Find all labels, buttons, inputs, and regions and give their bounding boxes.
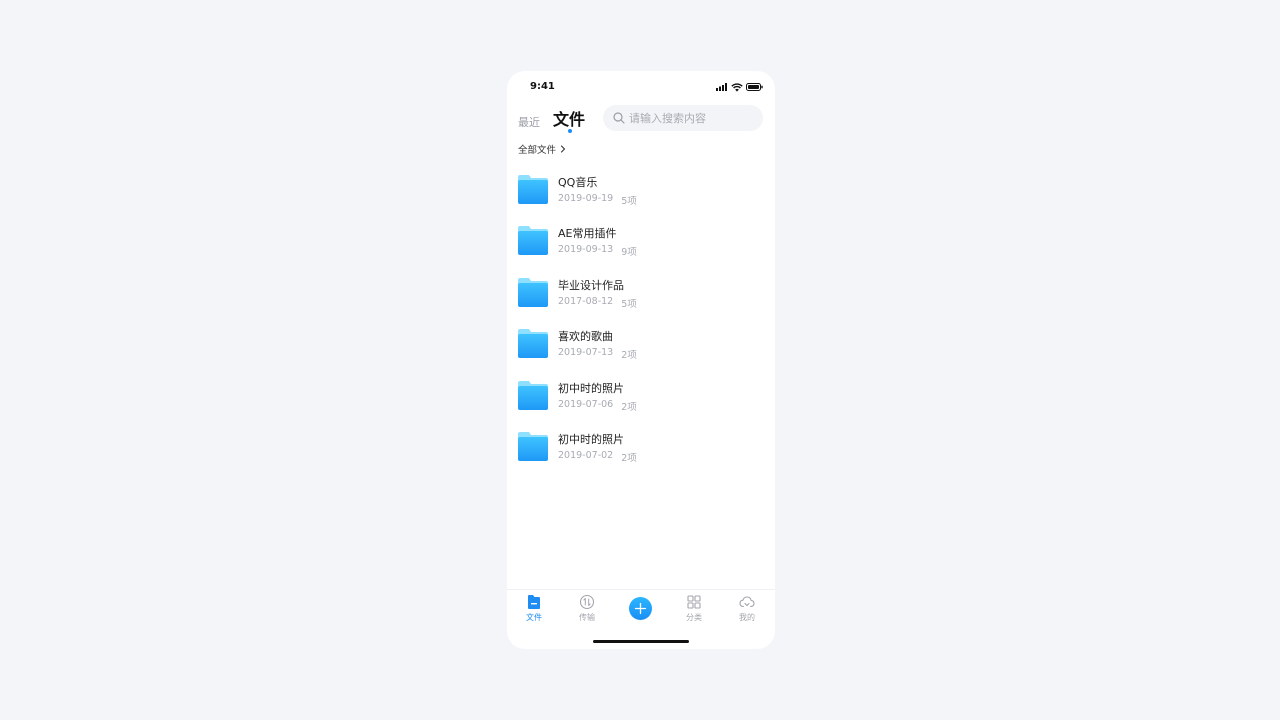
file-date: 2019-07-13 — [558, 347, 614, 359]
plus-icon — [634, 602, 647, 615]
status-icons — [716, 82, 763, 92]
file-row[interactable]: 初中时的照片 2019-07-06 2项 — [507, 371, 775, 422]
status-bar: 9:41 — [507, 71, 775, 103]
signal-icon — [716, 83, 727, 91]
tab-bar-item-mine[interactable]: 我的 — [727, 594, 767, 628]
file-count: 2项 — [621, 452, 637, 464]
file-name: 初中时的照片 — [558, 432, 624, 446]
file-row[interactable]: 毕业设计作品 2017-08-12 5项 — [507, 268, 775, 319]
file-name: 毕业设计作品 — [558, 278, 624, 292]
file-row[interactable]: 喜欢的歌曲 2019-07-13 2项 — [507, 319, 775, 370]
file-meta: 2019-09-13 9项 — [558, 244, 637, 258]
file-name: 喜欢的歌曲 — [558, 330, 613, 344]
file-count: 2项 — [621, 401, 637, 413]
file-name: 初中时的照片 — [558, 381, 624, 395]
tab-bar-item-transfer[interactable]: 传输 — [567, 594, 607, 628]
file-list: QQ音乐 2019-09-19 5项 AE常用插件 2019-09-13 9项 … — [507, 165, 775, 473]
file-date: 2019-09-13 — [558, 244, 614, 256]
file-count: 2项 — [621, 350, 637, 362]
folder-icon — [518, 175, 548, 204]
file-date: 2019-07-02 — [558, 449, 614, 461]
file-meta: 2019-07-13 2项 — [558, 347, 637, 361]
active-tab-indicator — [568, 129, 572, 133]
folder-icon — [518, 226, 548, 256]
file-date: 2017-08-12 — [558, 295, 614, 307]
transfer-icon — [579, 594, 595, 610]
chevron-right-icon — [560, 145, 566, 153]
file-meta: 2017-08-12 5项 — [558, 296, 637, 310]
file-count: 5项 — [621, 196, 637, 207]
search-icon — [613, 112, 625, 124]
home-indicator — [593, 640, 689, 643]
folder-icon — [518, 380, 548, 410]
file-row[interactable]: AE常用插件 2019-09-13 9项 — [507, 216, 775, 267]
folder-icon — [518, 431, 548, 461]
wifi-icon — [731, 82, 743, 92]
tab-bar-label: 我的 — [739, 613, 755, 622]
status-time: 9:41 — [530, 81, 555, 92]
file-meta: 2019-07-06 2项 — [558, 399, 637, 413]
add-button[interactable] — [629, 597, 652, 620]
breadcrumb-label: 全部文件 — [518, 145, 557, 156]
tab-recent[interactable]: 最近 — [518, 114, 540, 130]
folder-icon — [518, 277, 548, 307]
file-meta: 2019-07-02 2项 — [558, 450, 637, 464]
file-icon — [528, 595, 540, 609]
tab-bar-item-files[interactable]: 文件 — [514, 594, 554, 628]
cloud-download-icon — [739, 596, 755, 608]
file-count: 9项 — [621, 247, 637, 259]
file-row[interactable]: 初中时的照片 2019-07-02 2项 — [507, 422, 775, 473]
file-name: QQ音乐 — [558, 176, 598, 189]
file-meta: 2019-09-19 5项 — [558, 193, 637, 207]
grid-icon — [687, 595, 701, 609]
folder-icon — [518, 329, 548, 359]
file-row[interactable]: QQ音乐 2019-09-19 5项 — [507, 165, 775, 216]
phone-frame: 9:41 最近 文件 请输入搜索内容 全部文件 QQ音乐 2019-09-19 … — [507, 71, 775, 649]
breadcrumb[interactable]: 全部文件 — [518, 142, 566, 156]
tab-bar-label: 传输 — [579, 613, 595, 622]
file-date: 2019-07-06 — [558, 398, 614, 410]
bottom-tab-bar: 文件 传输 分类 我的 — [507, 589, 775, 630]
tab-bar-label: 分类 — [686, 613, 702, 622]
tab-bar-item-category[interactable]: 分类 — [674, 594, 714, 628]
file-name: AE常用插件 — [558, 227, 617, 241]
file-date: 2019-09-19 — [558, 193, 614, 204]
tab-bar-label: 文件 — [526, 613, 542, 622]
tab-files[interactable]: 文件 — [553, 106, 585, 130]
header: 最近 文件 — [507, 103, 775, 139]
battery-icon — [746, 83, 763, 91]
search-input[interactable] — [629, 105, 755, 131]
search-box[interactable] — [603, 105, 763, 131]
file-count: 5项 — [621, 298, 637, 310]
